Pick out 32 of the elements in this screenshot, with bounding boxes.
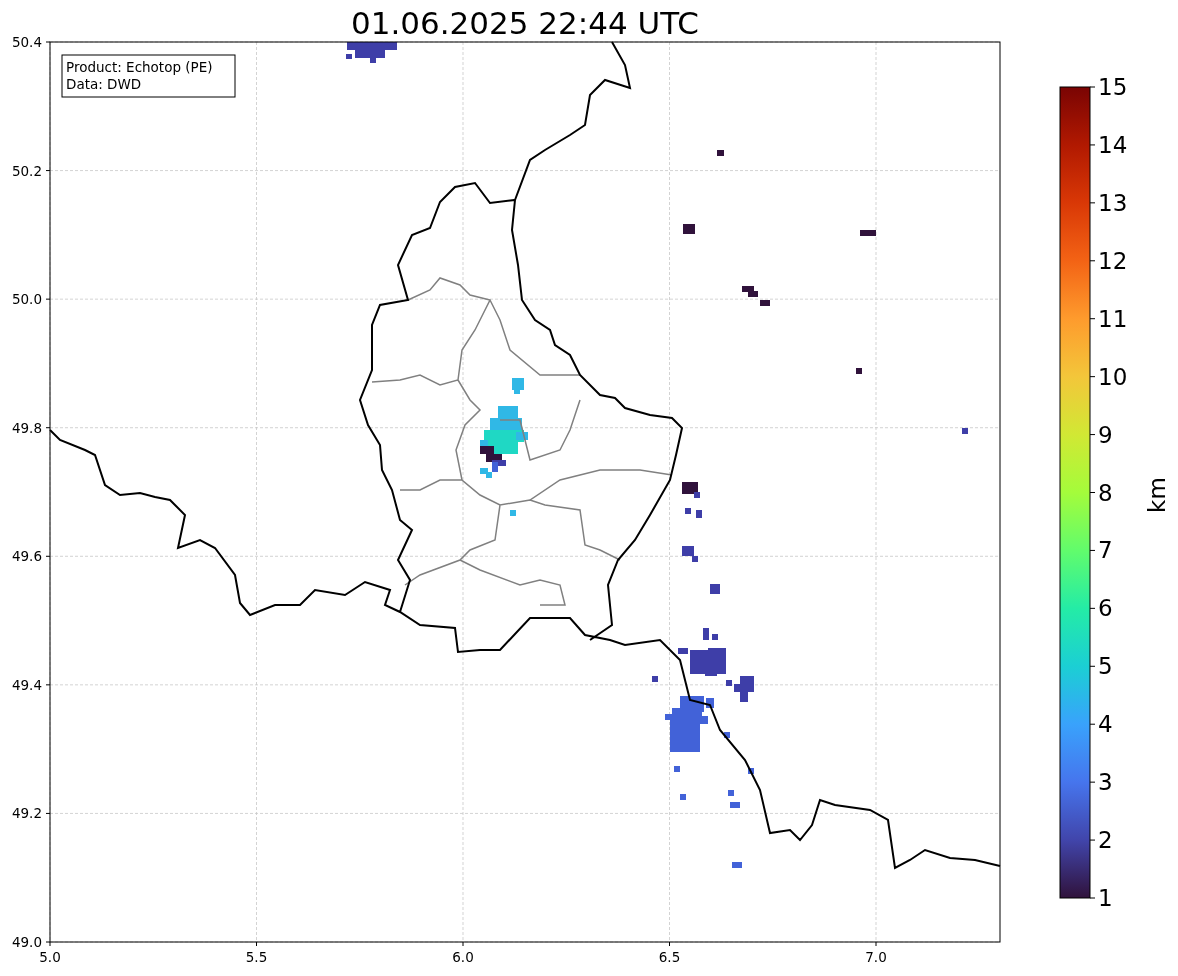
x-tick-label: 6.0 [452, 949, 474, 965]
colorbar-tick-label: 6 [1098, 595, 1113, 622]
colorbar-tick-label: 12 [1098, 247, 1128, 274]
y-tick-label: 49.6 [11, 548, 42, 565]
y-tick-label: 50.4 [11, 34, 42, 50]
y-tick-label: 49.4 [11, 676, 42, 693]
colorbar-tick-label: 14 [1098, 131, 1128, 158]
y-tick-label: 50.0 [11, 291, 42, 308]
colorbar-tick-label: 4 [1098, 711, 1113, 738]
y-tick-label: 49.2 [11, 805, 42, 822]
colorbar-label: km [1144, 477, 1170, 513]
y-tick-label: 50.2 [11, 162, 42, 179]
colorbar-tick-label: 1 [1098, 885, 1113, 911]
colorbar-tick-label: 15 [1098, 74, 1128, 100]
x-tick-label: 6.5 [658, 949, 681, 965]
colorbar-tick-label: 5 [1098, 653, 1113, 680]
colorbar-tick-label: 10 [1098, 363, 1128, 390]
colorbar-tick-label: 3 [1098, 769, 1113, 796]
x-tick-label: 7.0 [865, 949, 887, 965]
x-tick-label: 5.0 [39, 949, 61, 965]
x-tick-label: 5.5 [245, 949, 268, 965]
y-tick-label: 49.8 [11, 419, 42, 436]
colorbar-tick-label: 7 [1098, 537, 1113, 564]
colorbar-tick-label: 2 [1098, 827, 1113, 854]
colorbar-tick-label: 11 [1098, 305, 1128, 332]
colorbar-tick-label: 13 [1098, 189, 1128, 216]
colorbar-tick-label: 9 [1098, 421, 1113, 448]
y-tick-label: 49.0 [11, 934, 42, 950]
chart-title: 01.06.2025 22:44 UTC [351, 5, 699, 41]
info-text: Product: Echotop (PE) [66, 59, 213, 75]
colorbar-tick-label: 8 [1098, 479, 1113, 506]
info-text: Data: DWD [66, 76, 142, 92]
